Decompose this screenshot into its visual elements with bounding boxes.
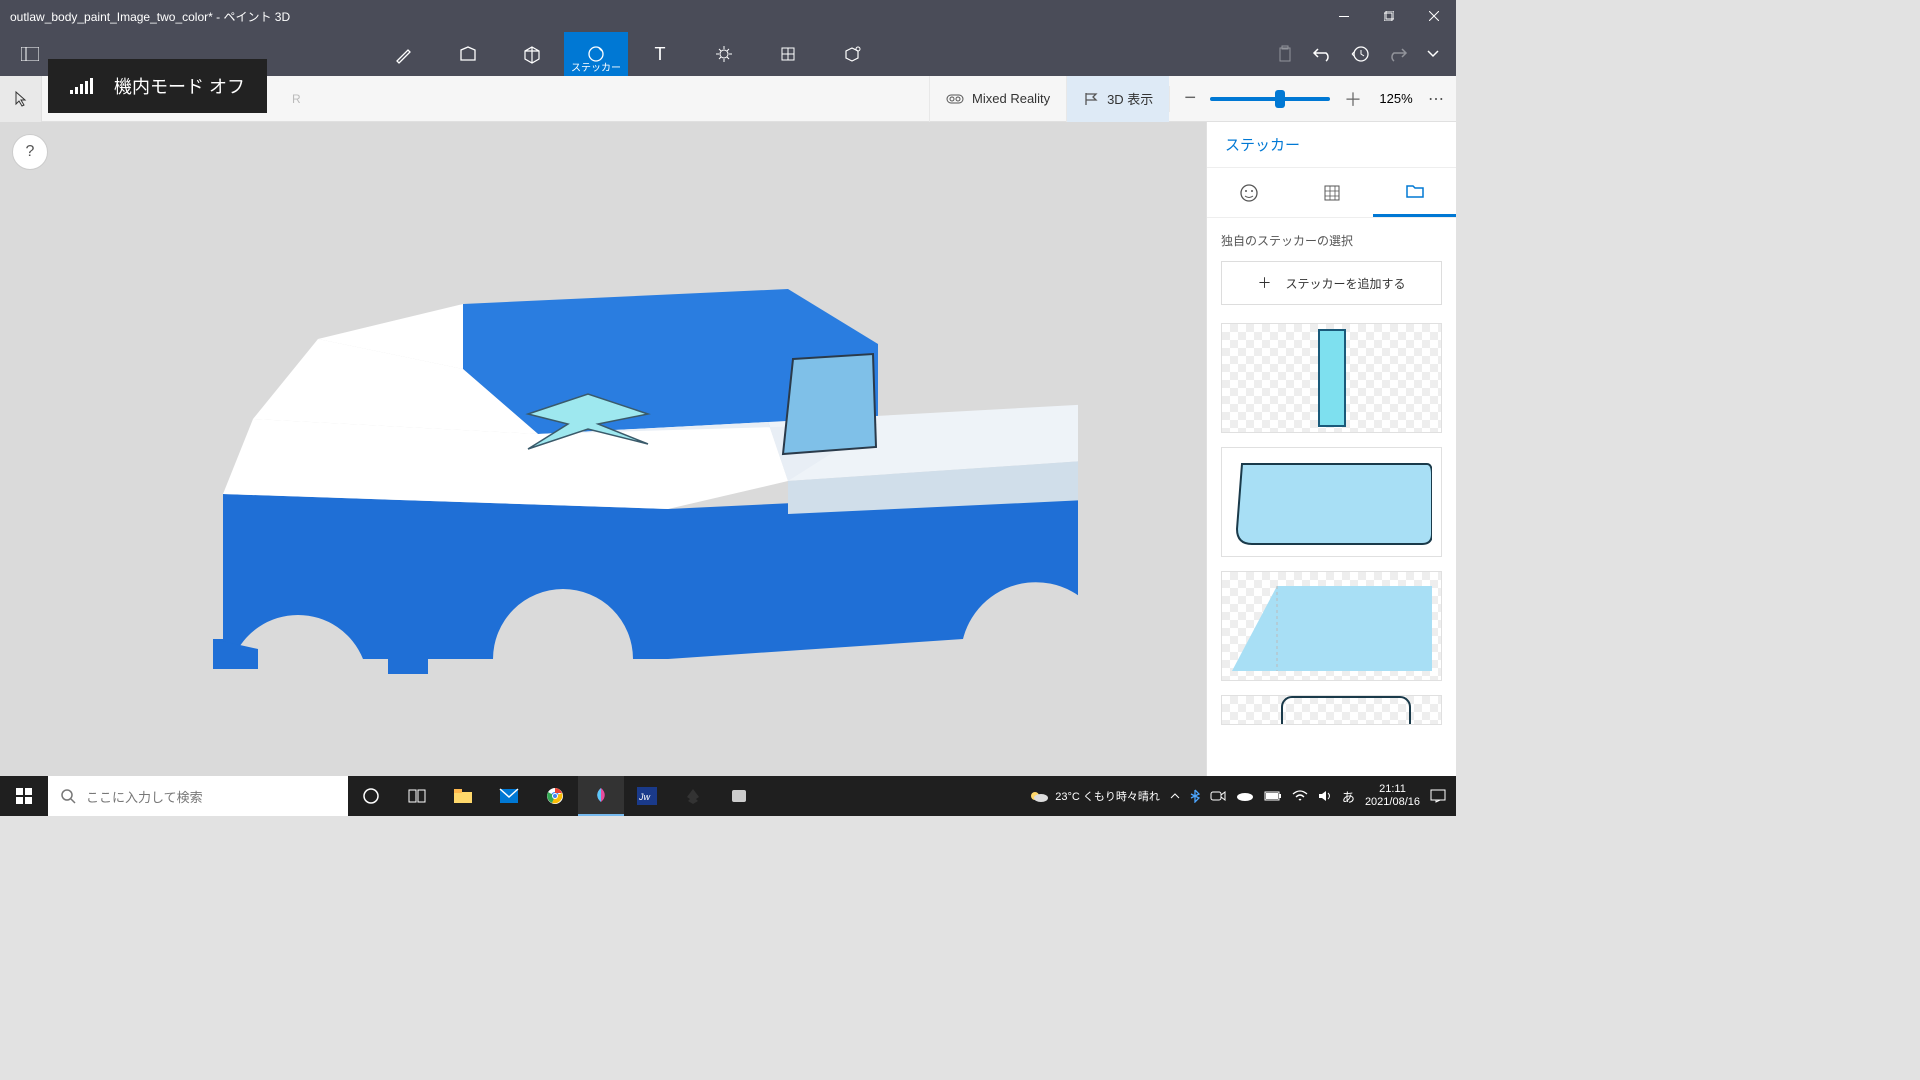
tray-expand-icon[interactable] bbox=[1170, 792, 1180, 800]
meet-now-icon[interactable] bbox=[1210, 790, 1226, 802]
side-panel-body: 独自のステッカーの選択 ＋ ステッカーを追加する bbox=[1207, 218, 1456, 776]
side-panel-tabs bbox=[1207, 168, 1456, 218]
svg-text:Jw: Jw bbox=[638, 792, 651, 802]
mixed-reality-label: Mixed Reality bbox=[972, 91, 1050, 106]
content-area: ? ステッカー bbox=[0, 122, 1456, 776]
effects-tab[interactable] bbox=[692, 32, 756, 76]
bluetooth-icon[interactable] bbox=[1190, 789, 1200, 803]
3d-shapes-tab[interactable] bbox=[500, 32, 564, 76]
notification-text: 機内モード オフ bbox=[114, 73, 245, 99]
side-tab-textures[interactable] bbox=[1290, 168, 1373, 217]
sticker-item-4[interactable] bbox=[1221, 695, 1442, 725]
3d-view-label: 3D 表示 bbox=[1107, 89, 1153, 108]
minimize-button[interactable] bbox=[1321, 0, 1366, 32]
wifi-icon[interactable] bbox=[1292, 790, 1308, 802]
stickers-tab[interactable]: ステッカー bbox=[564, 32, 628, 76]
2d-shapes-tab[interactable] bbox=[436, 32, 500, 76]
stickers-tab-label: ステッカー bbox=[571, 59, 621, 74]
add-sticker-button[interactable]: ＋ ステッカーを追加する bbox=[1221, 261, 1442, 305]
mixed-reality-icon bbox=[946, 92, 964, 106]
weather-widget[interactable]: 23°C くもり時々晴れ bbox=[1029, 788, 1160, 804]
ime-indicator[interactable]: あ bbox=[1342, 787, 1355, 806]
side-tab-custom[interactable] bbox=[1373, 168, 1456, 217]
model-truck[interactable] bbox=[128, 199, 1078, 699]
cortana-button[interactable] bbox=[348, 776, 394, 816]
section-label: 独自のステッカーの選択 bbox=[1221, 232, 1442, 249]
mail-icon[interactable] bbox=[486, 776, 532, 816]
taskbar: ここに入力して検索 Jw 23°C くもり時々晴れ あ 21:11 2021/0… bbox=[0, 776, 1456, 816]
more-options-button[interactable]: ⋯ bbox=[1416, 89, 1456, 109]
paint3d-icon[interactable] bbox=[578, 776, 624, 816]
folder-icon bbox=[1405, 183, 1425, 199]
canvas-icon bbox=[778, 44, 798, 64]
add-sticker-label: ステッカーを追加する bbox=[1285, 275, 1405, 292]
start-button[interactable] bbox=[0, 776, 48, 816]
select-tool[interactable] bbox=[0, 76, 42, 122]
inkscape-icon[interactable] bbox=[670, 776, 716, 816]
explorer-icon[interactable] bbox=[440, 776, 486, 816]
sticker-item-1[interactable] bbox=[1221, 323, 1442, 433]
shape-2d-icon bbox=[458, 44, 478, 64]
sticker-item-3[interactable] bbox=[1221, 571, 1442, 681]
paste-icon[interactable] bbox=[1276, 45, 1294, 63]
side-panel-title: ステッカー bbox=[1207, 122, 1456, 168]
window-controls bbox=[1321, 0, 1456, 32]
zoom-value: 125% bbox=[1376, 91, 1416, 106]
clock[interactable]: 21:11 2021/08/16 bbox=[1365, 783, 1420, 809]
undo-button[interactable] bbox=[1312, 45, 1332, 63]
titlebar: outlaw_body_paint_Image_two_color* - ペイン… bbox=[0, 0, 1456, 32]
zoom-out-button[interactable]: − bbox=[1184, 87, 1196, 110]
notification-toast: 機内モード オフ bbox=[48, 59, 267, 113]
task-icons: Jw bbox=[348, 776, 762, 816]
volume-icon[interactable] bbox=[1318, 790, 1332, 802]
search-box[interactable]: ここに入力して検索 bbox=[48, 776, 348, 816]
brush-icon bbox=[394, 44, 414, 64]
effects-icon bbox=[714, 44, 734, 64]
smiley-icon bbox=[1239, 183, 1259, 203]
task-view-button[interactable] bbox=[394, 776, 440, 816]
onedrive-icon[interactable] bbox=[1236, 790, 1254, 802]
text-icon: T bbox=[655, 44, 666, 65]
text-tab[interactable]: T bbox=[628, 32, 692, 76]
history-button[interactable] bbox=[1350, 45, 1370, 63]
canvas[interactable]: ? bbox=[0, 122, 1206, 776]
redo-button[interactable] bbox=[1388, 45, 1408, 63]
search-placeholder: ここに入力して検索 bbox=[86, 787, 203, 806]
signal-icon bbox=[70, 76, 94, 96]
brushes-tab[interactable] bbox=[372, 32, 436, 76]
3d-library-tab[interactable] bbox=[820, 32, 884, 76]
chevron-down-icon[interactable] bbox=[1426, 49, 1440, 59]
maximize-button[interactable] bbox=[1366, 0, 1411, 32]
flag-icon bbox=[1083, 91, 1099, 107]
library-icon bbox=[842, 44, 862, 64]
sticker-grid bbox=[1221, 323, 1442, 725]
hidden-letter: R bbox=[292, 92, 311, 106]
side-tab-shapes[interactable] bbox=[1207, 168, 1290, 217]
zoom-controls: − ＋ bbox=[1169, 86, 1376, 112]
side-panel: ステッカー 独自のステッカーの選択 ＋ ステッカーを追加する bbox=[1206, 122, 1456, 776]
close-button[interactable] bbox=[1411, 0, 1456, 32]
plus-icon: ＋ bbox=[1257, 273, 1271, 293]
mixed-reality-button[interactable]: Mixed Reality bbox=[929, 76, 1066, 122]
chrome-icon[interactable] bbox=[532, 776, 578, 816]
help-button[interactable]: ? bbox=[12, 134, 48, 170]
notifications-icon[interactable] bbox=[1430, 789, 1446, 803]
battery-icon[interactable] bbox=[1264, 791, 1282, 801]
cube-icon bbox=[522, 44, 542, 64]
canvas-tab[interactable] bbox=[756, 32, 820, 76]
window-title: outlaw_body_paint_Image_two_color* - ペイン… bbox=[10, 8, 1321, 25]
jww-icon[interactable]: Jw bbox=[624, 776, 670, 816]
texture-icon bbox=[1322, 183, 1342, 203]
3d-view-button[interactable]: 3D 表示 bbox=[1066, 76, 1169, 122]
system-tray: 23°C くもり時々晴れ あ 21:11 2021/08/16 bbox=[1019, 783, 1456, 809]
search-icon bbox=[60, 788, 76, 804]
sticker-item-2[interactable] bbox=[1221, 447, 1442, 557]
zoom-slider[interactable] bbox=[1210, 97, 1330, 101]
app-icon[interactable] bbox=[716, 776, 762, 816]
zoom-in-button[interactable]: ＋ bbox=[1344, 86, 1362, 112]
